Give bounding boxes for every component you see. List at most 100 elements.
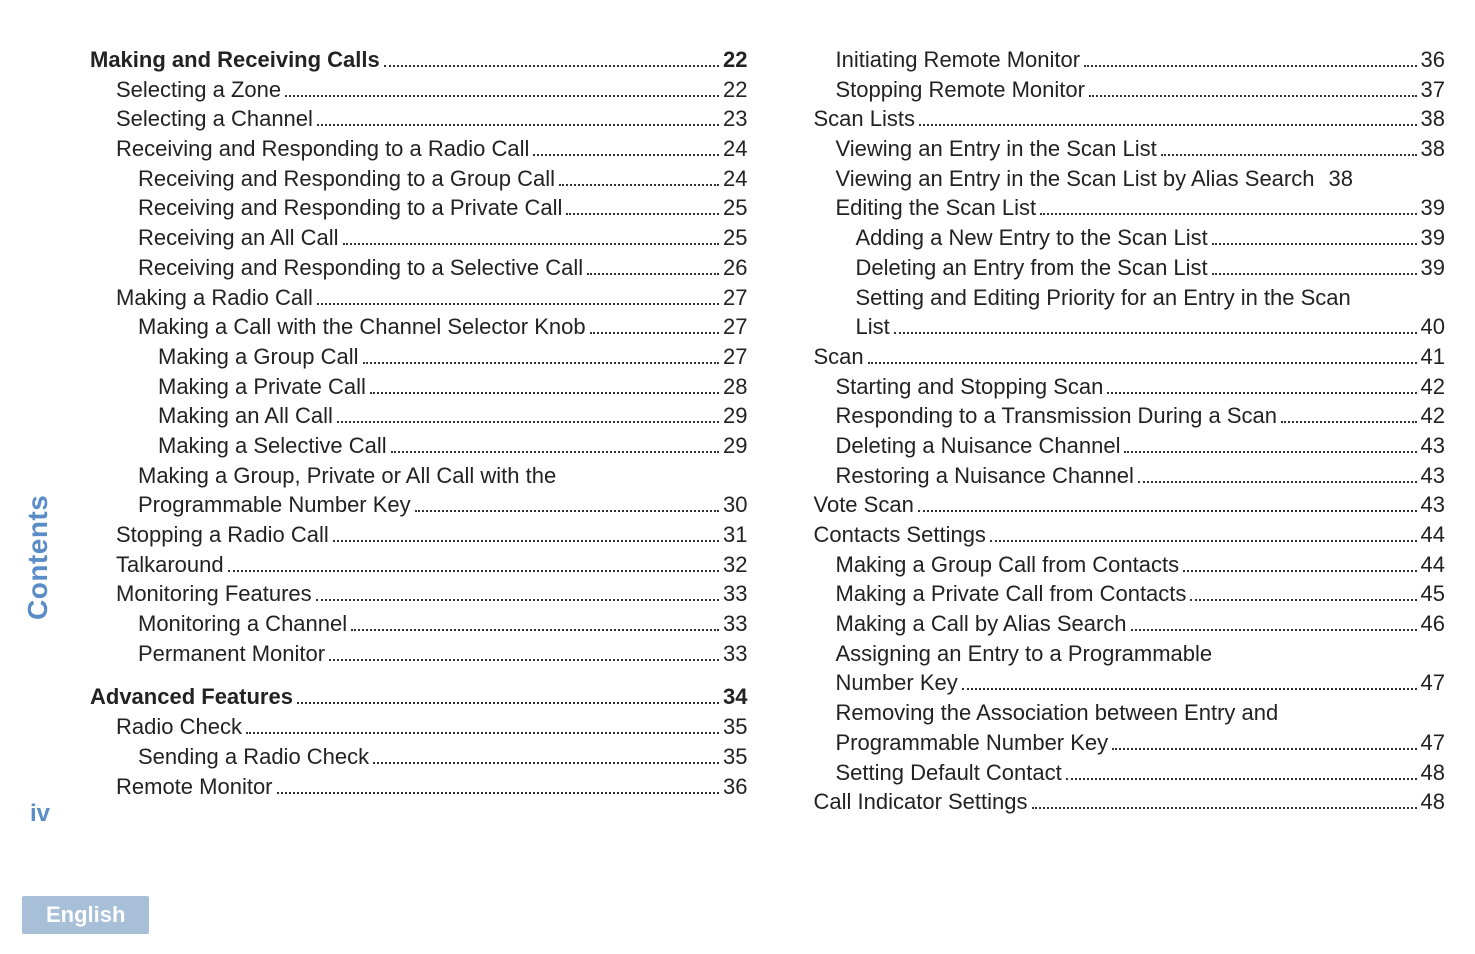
toc-entry[interactable]: Talkaround32 [90, 550, 748, 580]
toc-entry[interactable]: Making a Radio Call27 [90, 283, 748, 313]
toc-entry[interactable]: Vote Scan 43 [788, 490, 1446, 520]
toc-entry-page: 37 [1421, 75, 1445, 105]
toc-entry-text: Making an All Call [158, 401, 333, 431]
toc-leader-dots [343, 243, 719, 245]
toc-entry[interactable]: Making a Call with the Channel Selector … [90, 312, 748, 342]
toc-leader-dots [1066, 778, 1417, 780]
toc-entry[interactable]: Monitoring Features33 [90, 579, 748, 609]
toc-entry[interactable]: Radio Check35 [90, 712, 748, 742]
toc-entry[interactable]: Receiving an All Call25 [90, 223, 748, 253]
toc-entry[interactable]: Viewing an Entry in the Scan List38 [788, 134, 1446, 164]
toc-entry-text: Number Key [836, 668, 958, 698]
toc-entry[interactable]: Receiving and Responding to a Group Call… [90, 164, 748, 194]
toc-entry[interactable]: Selecting a Zone22 [90, 75, 748, 105]
toc-leader-dots [228, 570, 719, 572]
toc-entry-page: 44 [1421, 550, 1445, 580]
toc-entry-text: Making a Call with the Channel Selector … [138, 312, 586, 342]
toc-entry-text: Starting and Stopping Scan [836, 372, 1104, 402]
toc-entry[interactable]: Making a Group Call27 [90, 342, 748, 372]
toc-leader-dots [337, 421, 719, 423]
toc-entry-page: 38 [1421, 104, 1445, 134]
toc-leader-dots [1190, 599, 1416, 601]
toc-leader-dots [285, 95, 719, 97]
toc-entry[interactable]: Making a Group Call from Contacts44 [788, 550, 1446, 580]
toc-entry-text: Viewing an Entry in the Scan List by Ali… [836, 164, 1315, 194]
toc-entry[interactable]: Programmable Number Key47 [788, 728, 1446, 758]
toc-leader-dots [590, 332, 719, 334]
toc-entry[interactable]: Scan41 [788, 342, 1446, 372]
toc-leader-dots [363, 362, 719, 364]
toc-entry[interactable]: Call Indicator Settings48 [788, 787, 1446, 817]
toc-entry-page: 35 [723, 742, 747, 772]
toc-entry-text: Sending a Radio Check [138, 742, 369, 772]
toc-entry[interactable]: Initiating Remote Monitor36 [788, 45, 1446, 75]
toc-leader-dots [1138, 481, 1417, 483]
toc-entry[interactable]: Receiving and Responding to a Selective … [90, 253, 748, 283]
toc-leader-dots [415, 510, 719, 512]
toc-entry[interactable]: Selecting a Channel23 [90, 104, 748, 134]
toc-leader-dots [566, 213, 719, 215]
toc-entry[interactable]: Receiving and Responding to a Private Ca… [90, 193, 748, 223]
toc-entry[interactable]: Viewing an Entry in the Scan List by Ali… [788, 164, 1446, 194]
toc-entry-page: 40 [1421, 312, 1445, 342]
toc-entry-text: Making and Receiving Calls [90, 45, 380, 75]
toc-entry[interactable]: Number Key47 [788, 668, 1446, 698]
toc-entry-text: Restoring a Nuisance Channel [836, 461, 1134, 491]
toc-entry[interactable]: Deleting a Nuisance Channel43 [788, 431, 1446, 461]
toc-entry[interactable]: Assigning an Entry to a Programmable [788, 639, 1446, 669]
toc-leader-dots [1107, 392, 1416, 394]
toc-entry[interactable]: Scan Lists38 [788, 104, 1446, 134]
toc-entry[interactable]: Removing the Association between Entry a… [788, 698, 1446, 728]
toc-entry-text: Deleting an Entry from the Scan List [856, 253, 1208, 283]
toc-entry-page: 27 [723, 312, 747, 342]
toc-entry[interactable]: Contacts Settings44 [788, 520, 1446, 550]
toc-entry[interactable]: Remote Monitor36 [90, 772, 748, 802]
document-page: Contents iv English Making and Receiving… [0, 0, 1475, 954]
toc-entry[interactable]: Receiving and Responding to a Radio Call… [90, 134, 748, 164]
toc-entry[interactable]: Stopping a Radio Call31 [90, 520, 748, 550]
toc-entry[interactable]: Setting and Editing Priority for an Entr… [788, 283, 1446, 313]
toc-entry-page: 27 [723, 342, 747, 372]
toc-leader-dots [1131, 629, 1417, 631]
toc-entry[interactable]: Making an All Call29 [90, 401, 748, 431]
toc-entry[interactable]: Sending a Radio Check 35 [90, 742, 748, 772]
toc-entry[interactable]: Starting and Stopping Scan42 [788, 372, 1446, 402]
toc-entry-text: Making a Private Call from Contacts [836, 579, 1187, 609]
toc-entry[interactable]: Deleting an Entry from the Scan List39 [788, 253, 1446, 283]
toc-entry[interactable]: Making and Receiving Calls22 [90, 45, 748, 75]
toc-entry[interactable]: Making a Call by Alias Search46 [788, 609, 1446, 639]
toc-entry-page: 25 [723, 193, 747, 223]
toc-entry[interactable]: Making a Selective Call29 [90, 431, 748, 461]
toc-entry[interactable]: Programmable Number Key30 [90, 490, 748, 520]
toc-entry[interactable]: Responding to a Transmission During a Sc… [788, 401, 1446, 431]
toc-entry-text: Receiving and Responding to a Radio Call [116, 134, 529, 164]
toc-entry[interactable]: Making a Private Call28 [90, 372, 748, 402]
toc-entry[interactable]: Permanent Monitor33 [90, 639, 748, 669]
toc-leader-dots [391, 451, 719, 453]
toc-leader-dots [990, 540, 1417, 542]
toc-entry-text: Vote Scan [814, 490, 914, 520]
toc-entry-page: 45 [1421, 579, 1445, 609]
toc-entry[interactable]: Making a Group, Private or All Call with… [90, 461, 748, 491]
toc-leader-dots [1281, 421, 1417, 423]
toc-entry[interactable]: Restoring a Nuisance Channel43 [788, 461, 1446, 491]
toc-leader-dots [373, 762, 719, 764]
toc-entry-text: Making a Selective Call [158, 431, 387, 461]
toc-entry-text: Programmable Number Key [836, 728, 1109, 758]
toc-entry-page: 42 [1421, 401, 1445, 431]
toc-leader-dots [1212, 273, 1417, 275]
toc-entry[interactable]: Making a Private Call from Contacts 45 [788, 579, 1446, 609]
toc-entry-text: Making a Group, Private or All Call with… [138, 461, 556, 491]
toc-entry[interactable]: Stopping Remote Monitor37 [788, 75, 1446, 105]
toc-entry[interactable]: Setting Default Contact48 [788, 758, 1446, 788]
toc-entry[interactable]: Advanced Features34 [90, 682, 748, 712]
toc-entry[interactable]: Editing the Scan List39 [788, 193, 1446, 223]
toc-entry-text: Editing the Scan List [836, 193, 1037, 223]
toc-entry[interactable]: Adding a New Entry to the Scan List39 [788, 223, 1446, 253]
toc-entry-page: 43 [1421, 490, 1445, 520]
toc-entry[interactable]: Monitoring a Channel33 [90, 609, 748, 639]
toc-entry-page: 33 [723, 579, 747, 609]
toc-entry-page: 48 [1421, 787, 1445, 817]
toc-leader-dots [317, 124, 719, 126]
toc-entry[interactable]: List40 [788, 312, 1446, 342]
